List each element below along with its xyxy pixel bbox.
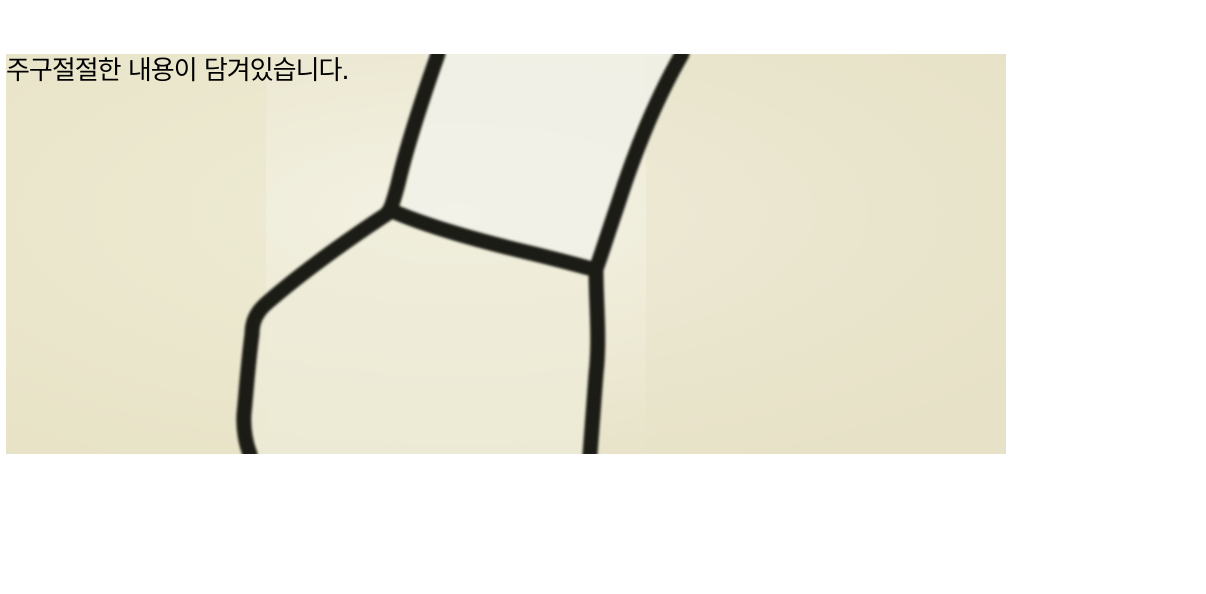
line-drawing-illustration — [6, 54, 1006, 454]
ink-line-right-side — [582, 262, 606, 454]
scanned-drawing-image — [6, 54, 1006, 454]
caption-text: 주구절절한 내용이 담겨있습니다. — [6, 56, 350, 86]
ink-line-left-side — [236, 326, 260, 454]
